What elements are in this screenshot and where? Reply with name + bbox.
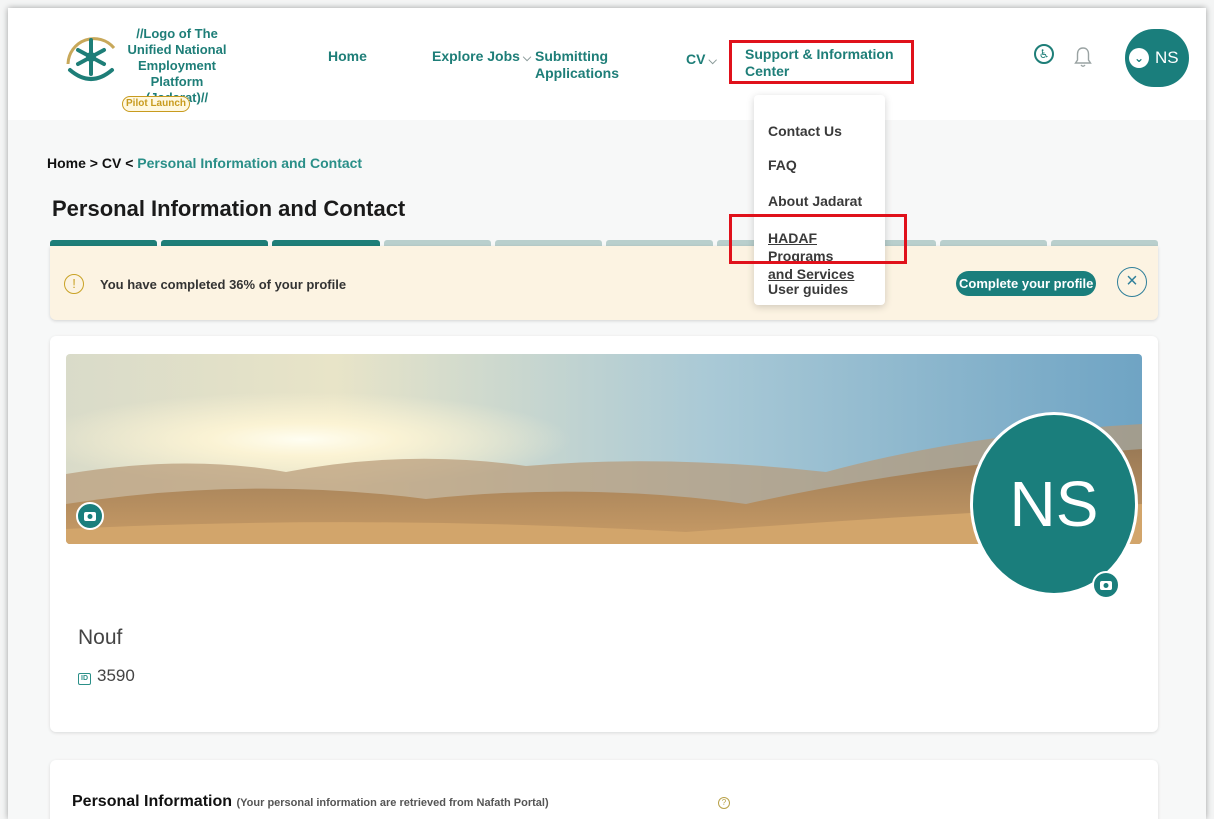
- logo-text-line: Employment: [137, 58, 216, 73]
- logo-text-line: //Logo of The: [136, 26, 218, 41]
- breadcrumb: Home > CV < Personal Information and Con…: [47, 155, 362, 171]
- chevron-down-icon: ⌵: [522, 52, 532, 64]
- logo-text-line: Platform: [150, 74, 204, 89]
- avatar-camera-icon[interactable]: [1092, 571, 1120, 599]
- cover-camera-icon[interactable]: [76, 502, 104, 530]
- id-card-icon: ID: [78, 673, 91, 685]
- accessibility-icon[interactable]: ♿: [1034, 44, 1054, 64]
- support-dropdown-menu: Contact Us FAQ About Jadarat HADAF Progr…: [754, 95, 885, 305]
- breadcrumb-separator: <: [125, 155, 134, 171]
- camera-icon: [1100, 581, 1112, 590]
- hadaf-highlight-box: [729, 214, 907, 264]
- breadcrumb-home[interactable]: Home: [47, 155, 86, 171]
- completion-message: You have completed 36% of your profile: [100, 277, 347, 292]
- pilot-launch-badge: Pilot Launch: [122, 96, 190, 112]
- personal-info-note: (Your personal information are retrieved…: [236, 797, 549, 809]
- profile-card: NS Nouf ID 3590: [50, 336, 1158, 732]
- menu-item-about-jadarat[interactable]: About Jadarat: [768, 192, 862, 210]
- nav-home[interactable]: Home: [328, 48, 367, 65]
- profile-id-row: ID 3590: [78, 666, 135, 686]
- app-window: //Logo of The Unified National Employmen…: [8, 8, 1206, 819]
- profile-avatar: NS: [970, 412, 1138, 596]
- bell-icon[interactable]: [1074, 46, 1092, 68]
- complete-profile-button[interactable]: Complete your profile: [956, 271, 1097, 296]
- menu-item-faq[interactable]: FAQ: [768, 156, 797, 174]
- breadcrumb-separator: >: [89, 155, 98, 171]
- nav-explore-jobs[interactable]: Explore Jobs ⌵: [432, 48, 531, 67]
- chevron-down-icon: ⌄: [1129, 48, 1149, 68]
- page-title: Personal Information and Contact: [52, 196, 406, 221]
- user-menu-button[interactable]: ⌄ NS: [1125, 29, 1189, 87]
- profile-id-value: 3590: [97, 666, 135, 685]
- logo-alt-text: //Logo of The Unified National Employmen…: [112, 26, 242, 106]
- help-icon[interactable]: ?: [718, 797, 730, 809]
- profile-name: Nouf: [78, 626, 123, 649]
- nav-submitting-applications[interactable]: Submitting Applications: [535, 48, 619, 82]
- menu-item-user-guides[interactable]: User guides: [768, 280, 848, 298]
- camera-icon: [84, 512, 96, 521]
- warning-icon: !: [64, 274, 84, 294]
- close-icon[interactable]: ×: [1117, 267, 1147, 297]
- personal-info-heading: Personal Information (Your personal info…: [72, 793, 549, 811]
- nav-explore-jobs-label: Explore Jobs: [432, 48, 520, 64]
- nav-cv[interactable]: CV ⌵: [686, 51, 717, 70]
- nav-submitting-label-line2: Applications: [535, 65, 620, 81]
- breadcrumb-current: Personal Information and Contact: [137, 155, 363, 171]
- breadcrumb-cv[interactable]: CV: [102, 155, 121, 171]
- profile-completion-banner: ! You have completed 36% of your profile…: [50, 246, 1158, 320]
- top-header: //Logo of The Unified National Employmen…: [8, 8, 1206, 120]
- personal-info-title: Personal Information: [72, 793, 233, 810]
- nav-cv-label: CV: [686, 51, 706, 67]
- logo-text-line: Unified National: [127, 42, 227, 57]
- chevron-down-icon: ⌵: [708, 55, 717, 67]
- nav-submitting-label-line1: Submitting: [535, 48, 609, 64]
- menu-item-contact-us[interactable]: Contact Us: [768, 122, 842, 140]
- personal-info-card: Personal Information (Your personal info…: [50, 760, 1158, 819]
- support-highlight-box: [729, 40, 914, 84]
- user-initials: NS: [1155, 48, 1179, 67]
